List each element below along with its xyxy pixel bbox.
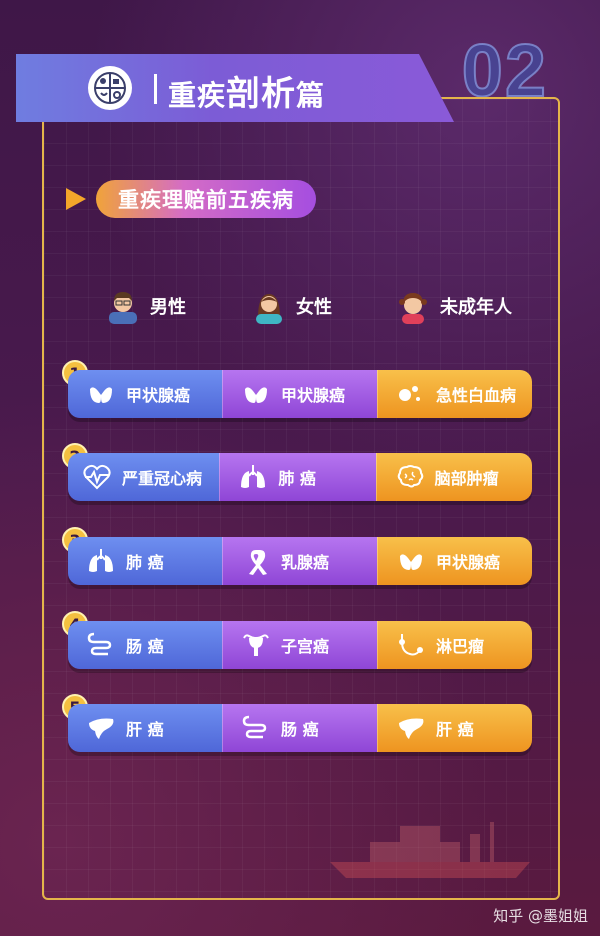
group-label: 男性: [150, 297, 186, 318]
title-separator: [154, 74, 157, 104]
cell-female: 乳腺癌: [222, 537, 377, 585]
disease-label: 甲状腺癌: [126, 386, 191, 405]
disease-label: 肠 癌: [281, 720, 319, 739]
intestine-icon: [86, 630, 116, 660]
cell-female: 肠 癌: [222, 704, 377, 752]
section-label: 重疾理赔前五疾病: [96, 180, 316, 218]
title-part-2: 剖析: [226, 74, 297, 114]
table-row: 肠 癌 子宫癌 淋巴瘤: [68, 621, 532, 669]
section-heading: 重疾理赔前五疾病: [66, 180, 316, 218]
group-label: 未成年人: [440, 297, 512, 318]
brain-icon: [395, 462, 425, 492]
disease-label: 淋巴瘤: [436, 637, 485, 656]
disease-label: 肺 癌: [278, 469, 316, 488]
thyroid-icon: [241, 379, 271, 409]
disease-label: 乳腺癌: [281, 553, 330, 572]
table-row: 肺 癌 乳腺癌 甲状腺癌: [68, 537, 532, 585]
disease-label: 甲状腺癌: [436, 553, 501, 572]
ribbon-icon: [241, 546, 271, 576]
title-part-1: 重疾: [168, 79, 227, 112]
table-row: 严重冠心病 肺 癌 脑部肿瘤: [68, 453, 532, 501]
lymph-icon: [396, 630, 426, 660]
cell-minor: 淋巴瘤: [377, 621, 532, 669]
cell-female: 子宫癌: [222, 621, 377, 669]
cell-minor: 甲状腺癌: [377, 537, 532, 585]
cell-male: 甲状腺癌: [68, 370, 222, 418]
lungs-icon: [86, 546, 116, 576]
group-label: 女性: [296, 297, 332, 318]
ship-illustration: [330, 822, 530, 878]
disease-label: 肠 癌: [126, 637, 164, 656]
disease-label: 肝 癌: [126, 720, 164, 739]
cell-male: 严重冠心病: [68, 453, 220, 501]
thyroid-icon: [86, 379, 116, 409]
title-part-3: 篇: [296, 79, 326, 112]
blood-cells-icon: [396, 379, 426, 409]
cell-female: 甲状腺癌: [222, 370, 377, 418]
cell-male: 肠 癌: [68, 621, 222, 669]
male-avatar-icon: [109, 292, 137, 324]
child-avatar-icon: [399, 293, 427, 324]
disease-label: 脑部肿瘤: [434, 469, 499, 488]
cell-female: 肺 癌: [219, 453, 376, 501]
liver-icon: [396, 713, 426, 743]
group-male: 男性: [106, 288, 186, 324]
cell-minor: 肝 癌: [377, 704, 532, 752]
cell-minor: 脑部肿瘤: [375, 453, 532, 501]
female-avatar-icon: [256, 294, 282, 324]
uterus-icon: [241, 630, 271, 660]
cell-male: 肝 癌: [68, 704, 222, 752]
cell-minor: 急性白血病: [377, 370, 532, 418]
disease-label: 肝 癌: [436, 720, 474, 739]
cell-male: 肺 癌: [68, 537, 222, 585]
disease-label: 严重冠心病: [122, 469, 203, 488]
group-headers: 男性 女性 未成年人: [0, 288, 600, 332]
table-row: 肝 癌 肠 癌 肝 癌: [68, 704, 532, 752]
table-row: 甲状腺癌 甲状腺癌 急性白血病: [68, 370, 532, 418]
page-title: 重疾剖析篇: [168, 66, 325, 115]
heart-pulse-icon: [82, 462, 112, 492]
group-minor: 未成年人: [396, 288, 512, 324]
intestine-icon: [241, 713, 271, 743]
header-banner: 重疾剖析篇: [16, 54, 454, 122]
disease-label: 甲状腺癌: [281, 386, 346, 405]
disease-label: 急性白血病: [436, 386, 517, 405]
lungs-icon: [238, 462, 268, 492]
group-female: 女性: [252, 288, 332, 324]
disease-label: 肺 癌: [126, 553, 164, 572]
thyroid-icon: [396, 546, 426, 576]
play-arrow-icon: [66, 188, 86, 210]
brain-medical-logo: [88, 66, 132, 110]
watermark: 知乎 @墨姐姐: [493, 907, 588, 925]
liver-icon: [86, 713, 116, 743]
disease-label: 子宫癌: [281, 637, 330, 656]
